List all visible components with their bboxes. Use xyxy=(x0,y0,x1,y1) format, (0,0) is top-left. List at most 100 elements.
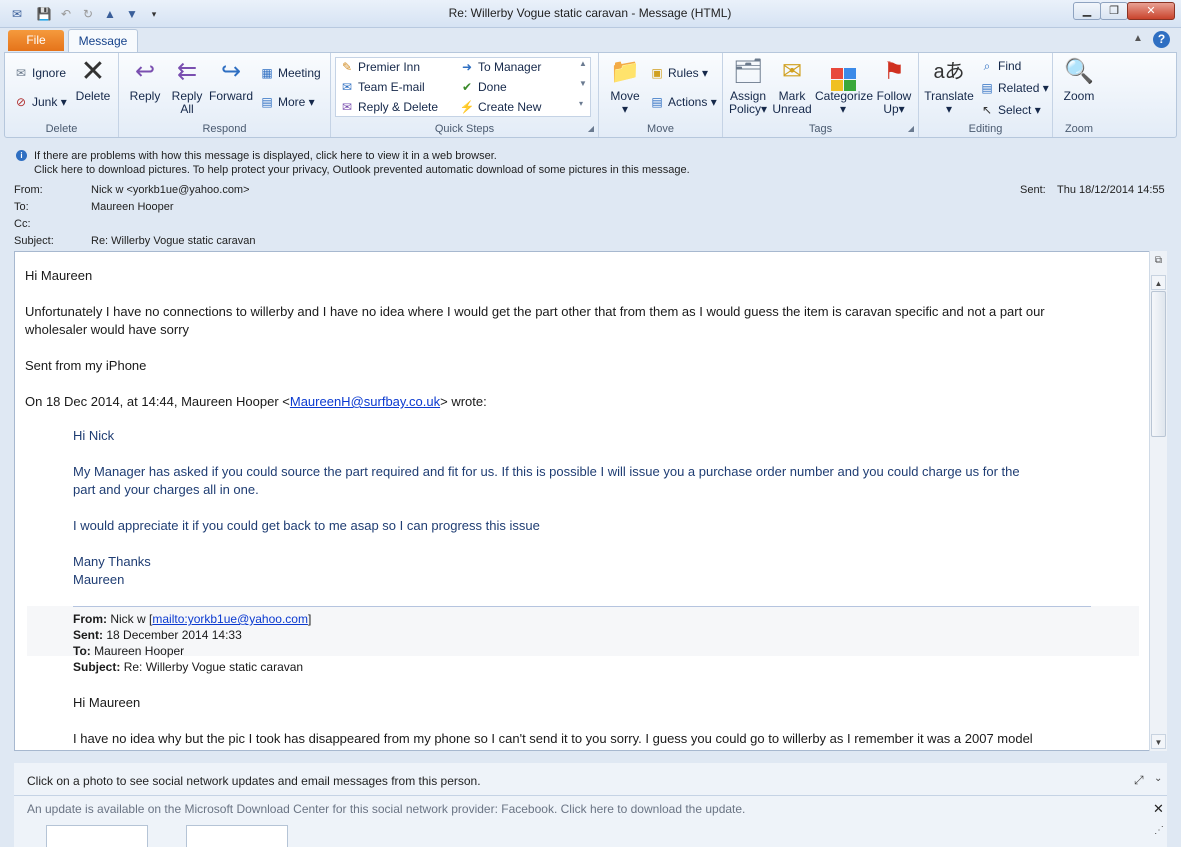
forward-button[interactable]: ↪ Forward xyxy=(207,57,255,103)
minimize-button[interactable]: ▁ xyxy=(1073,2,1101,20)
fwd-greeting: Hi Maureen xyxy=(73,695,141,710)
to-label: To: xyxy=(14,201,29,213)
group-zoom: 🔍 Zoom Zoom xyxy=(1053,53,1105,137)
divider xyxy=(73,606,1091,607)
to-value[interactable]: Maureen Hooper xyxy=(91,201,174,213)
qs-done[interactable]: ✔ Done xyxy=(459,78,507,96)
people-pane: Click on a photo to see social network u… xyxy=(14,763,1167,847)
quote-thanks: Many Thanks xyxy=(73,554,151,569)
scroll-down-arrow[interactable]: ▼ xyxy=(1151,734,1166,749)
redo-icon[interactable]: ↻ xyxy=(80,6,96,22)
save-icon[interactable]: 💾 xyxy=(36,6,52,22)
fwd-subject-line: Subject: Re: Willerby Vogue static carav… xyxy=(73,660,304,674)
down-arrow-icon[interactable]: ▼ xyxy=(124,6,140,22)
follow-up-button[interactable]: ⚑ Follow Up▾ xyxy=(873,57,915,116)
chevron-down-icon[interactable]: ⌄ xyxy=(1154,773,1162,784)
related-icon: ▤ xyxy=(981,81,993,95)
group-tags: 🗂 Assign Policy▾ ✉ Mark Unread Categorize ▾ ⚑… xyxy=(723,53,919,137)
reply-button[interactable]: ↩ Reply xyxy=(125,57,165,103)
collapse-ribbon-icon[interactable]: ▲ xyxy=(1133,33,1143,44)
scroll-thumb[interactable] xyxy=(1151,291,1166,437)
sent-label: Sent: xyxy=(1020,184,1046,196)
mark-unread-icon: ✉ xyxy=(781,58,803,85)
cursor-icon: ↖ xyxy=(981,103,993,117)
pane-options-icon[interactable]: ⧉ xyxy=(1151,255,1166,270)
expand-gallery-icon[interactable]: ▾ xyxy=(579,99,583,108)
body-wrote-line: On 18 Dec 2014, at 14:44, Maureen Hooper… xyxy=(25,394,487,409)
group-label-delete: Delete xyxy=(45,123,78,135)
lightning-icon: ⚡ xyxy=(459,100,475,114)
expand-people-pane-icon[interactable]: ⤢ xyxy=(1134,773,1144,788)
dialog-launcher-icon[interactable]: ◢ xyxy=(908,124,914,133)
close-button[interactable]: ✕ xyxy=(1127,2,1175,20)
junk-button[interactable]: ⊘ Junk ▾ xyxy=(13,93,67,111)
body-greeting: Hi Maureen xyxy=(25,268,93,283)
email-link[interactable]: MaureenH@surfbay.co.uk xyxy=(290,394,440,409)
scroll-down-icon[interactable]: ▼ xyxy=(579,79,587,88)
window-title: Re: Willerby Vogue static caravan - Mess… xyxy=(448,6,732,20)
subject-label: Subject: xyxy=(14,235,54,247)
body-para1: Unfortunately I have no connections to w… xyxy=(25,304,1045,319)
quote-greeting: Hi Nick xyxy=(73,428,115,443)
update-notice[interactable]: An update is available on the Microsoft … xyxy=(27,802,745,816)
from-value[interactable]: Nick w <yorkb1ue@yahoo.com> xyxy=(91,184,250,196)
qs-to-manager[interactable]: ➜ To Manager xyxy=(459,58,541,76)
customize-toolbar-icon[interactable]: ▾ xyxy=(146,6,162,22)
qs-reply-delete[interactable]: ✉ Reply & Delete xyxy=(339,98,438,116)
reply-all-button[interactable]: ⇇ Reply All xyxy=(167,57,207,116)
related-button[interactable]: ▤ Related ▾ xyxy=(979,79,1048,97)
zoom-button[interactable]: 🔍 Zoom xyxy=(1057,57,1101,103)
info-icon: i xyxy=(16,150,27,161)
up-arrow-icon[interactable]: ▲ xyxy=(102,6,118,22)
policy-icon: 🗂 xyxy=(732,58,764,85)
rules-icon: ▣ xyxy=(651,66,663,80)
meeting-button[interactable]: ▦ Meeting xyxy=(259,64,320,82)
reply-all-icon: ⇇ xyxy=(176,58,198,85)
mark-unread-button[interactable]: ✉ Mark Unread xyxy=(771,57,813,116)
calendar-icon: ▦ xyxy=(261,66,273,80)
maximize-button[interactable]: ❐ xyxy=(1100,2,1128,20)
info-download-pictures[interactable]: Click here to download pictures. To help… xyxy=(34,164,690,176)
more-icon: ▤ xyxy=(261,95,273,109)
move-button[interactable]: 📁 Move ▾ xyxy=(605,57,645,116)
group-label-editing: Editing xyxy=(968,123,1003,135)
actions-button[interactable]: ▤ Actions ▾ xyxy=(649,93,716,111)
rules-button[interactable]: ▣ Rules ▾ xyxy=(649,64,708,82)
forward-icon: ↪ xyxy=(220,58,242,85)
title-bar: ✉ 💾 ↶ ↻ ▲ ▼ ▾ Re: Willerby Vogue static … xyxy=(0,0,1181,28)
cc-label: Cc: xyxy=(14,218,31,230)
dismiss-icon[interactable]: ✕ xyxy=(1153,801,1164,817)
group-editing: aあ Translate ▾ ⌕ Find ▤ Related ▾ ↖ Select ▾ … xyxy=(919,53,1053,137)
quote-name: Maureen xyxy=(73,572,125,587)
checkmark-icon: ✔ xyxy=(461,80,473,94)
resize-grip-icon[interactable]: ⋰ xyxy=(1154,825,1164,836)
help-icon[interactable]: ? xyxy=(1153,31,1170,48)
tab-file[interactable]: File xyxy=(8,30,64,51)
dialog-launcher-icon[interactable]: ◢ xyxy=(588,124,594,133)
qs-create-new[interactable]: ⚡ Create New xyxy=(459,98,542,116)
vertical-scrollbar[interactable]: ⧉ ▲ ▼ xyxy=(1149,251,1167,751)
undo-icon[interactable]: ↶ xyxy=(58,6,74,22)
info-browser-link[interactable]: If there are problems with how this mess… xyxy=(34,150,497,162)
select-button[interactable]: ↖ Select ▾ xyxy=(979,101,1041,119)
qs-premier-inn[interactable]: ✎ Premier Inn xyxy=(339,58,420,76)
find-button[interactable]: ⌕ Find xyxy=(979,57,1022,75)
more-respond-button[interactable]: ▤ More ▾ xyxy=(259,93,314,111)
contact-photo-slot[interactable] xyxy=(46,825,148,847)
magnifier-icon: 🔍 xyxy=(1064,58,1094,85)
message-body[interactable]: Hi Maureen Unfortunately I have no conne… xyxy=(14,251,1167,751)
scroll-up-icon[interactable]: ▲ xyxy=(579,59,587,68)
categorize-button[interactable]: Categorize ▾ xyxy=(815,57,873,116)
qs-team-email[interactable]: ✉ Team E-mail xyxy=(339,78,425,96)
translate-button[interactable]: aあ Translate ▾ xyxy=(923,57,975,116)
scroll-up-arrow[interactable]: ▲ xyxy=(1151,275,1166,290)
quick-step-icon: ✎ xyxy=(341,60,353,74)
contact-photo-slot[interactable] xyxy=(186,825,288,847)
ignore-button[interactable]: ✉ Ignore xyxy=(13,64,66,82)
quote-para1-cont: part and your charges all in one. xyxy=(73,482,259,497)
tab-message[interactable]: Message xyxy=(68,29,138,53)
mailto-link[interactable]: mailto:yorkb1ue@yahoo.com xyxy=(152,612,308,626)
assign-policy-button[interactable]: 🗂 Assign Policy▾ xyxy=(727,57,769,116)
team-email-icon: ✉ xyxy=(341,80,353,94)
delete-button[interactable]: ✕ Delete xyxy=(73,57,113,103)
